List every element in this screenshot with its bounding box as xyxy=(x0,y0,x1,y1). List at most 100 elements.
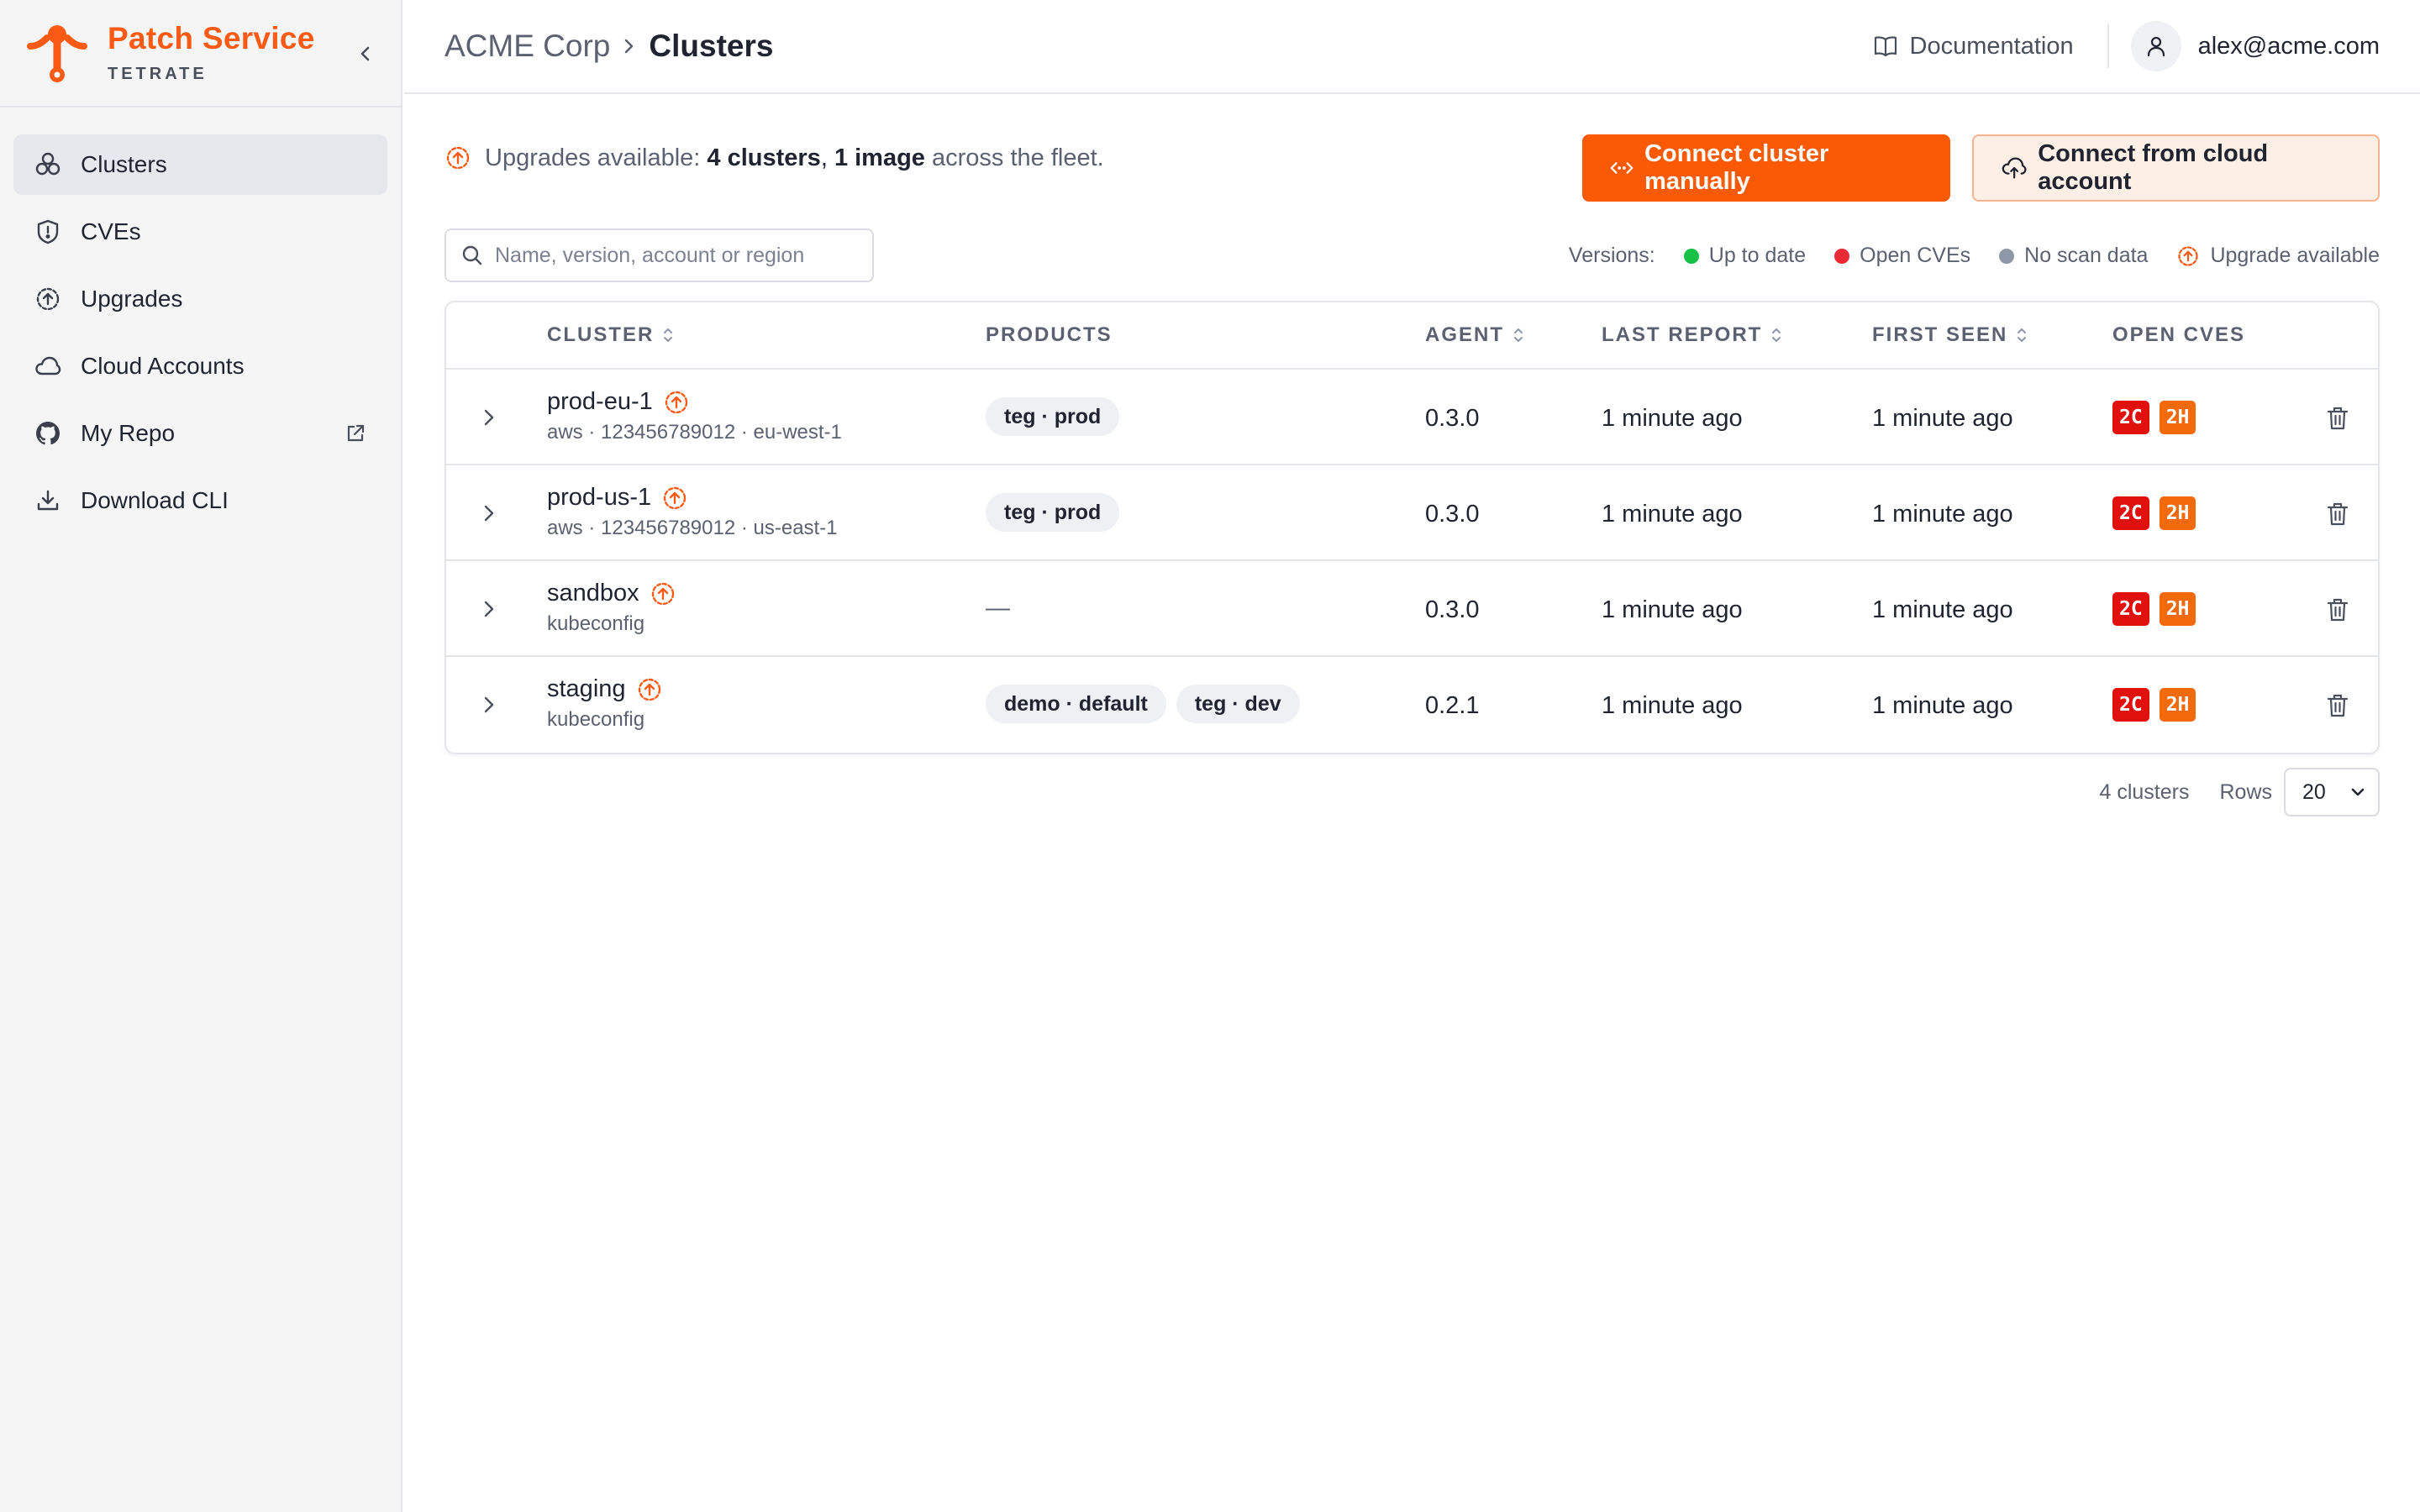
cluster-name[interactable]: prod-eu-1 xyxy=(547,388,653,416)
trash-icon[interactable] xyxy=(2325,596,2350,623)
clusters-icon xyxy=(34,150,62,179)
column-header-last-report[interactable]: LAST REPORT xyxy=(1602,323,1782,347)
first-seen: 1 minute ago xyxy=(1872,596,2013,623)
connect-from-cloud-account-button[interactable]: Connect from cloud account xyxy=(1972,134,2380,202)
critical-cve-badge[interactable]: 2C xyxy=(2112,496,2149,530)
breadcrumb: ACME Corp Clusters xyxy=(445,29,773,64)
rows-per-page-select[interactable]: 20 xyxy=(2284,768,2380,816)
high-cve-badge[interactable]: 2H xyxy=(2159,592,2196,626)
user-icon xyxy=(2147,36,2165,57)
column-header-agent[interactable]: AGENT xyxy=(1425,323,1524,347)
table-row[interactable]: prod-eu-1 aws · 123456789012 · eu-west-1… xyxy=(446,370,2378,465)
top-header: ACME Corp Clusters Documentation alex@ac… xyxy=(404,0,2420,94)
critical-cve-badge[interactable]: 2C xyxy=(2112,688,2149,722)
last-report: 1 minute ago xyxy=(1602,405,1743,432)
critical-cve-badge[interactable]: 2C xyxy=(2112,592,2149,626)
sidebar-item-download-cli[interactable]: Download CLI xyxy=(13,470,387,531)
legend-item-label: No scan data xyxy=(2024,244,2149,267)
table-row[interactable]: sandbox kubeconfig — 0.3.0 1 minute ago … xyxy=(446,561,2378,657)
version-legend: Versions: Up to date Open CVEs No scan d… xyxy=(1569,244,2380,268)
user-email[interactable]: alex@acme.com xyxy=(2198,33,2380,60)
code-icon xyxy=(1610,162,1634,174)
collapse-sidebar-button[interactable] xyxy=(350,39,381,69)
sidebar-item-label: CVEs xyxy=(81,218,141,244)
rows-per-page-value: 20 xyxy=(2302,780,2326,804)
sort-icon xyxy=(1514,328,1523,342)
search-icon xyxy=(462,245,482,265)
cluster-source: aws · 123456789012 · eu-west-1 xyxy=(547,421,842,444)
sidebar-item-label: Upgrades xyxy=(81,286,183,312)
high-cve-badge[interactable]: 2H xyxy=(2159,496,2196,530)
red-dot-icon xyxy=(1834,248,1850,264)
cloud-icon xyxy=(34,352,62,381)
legend-item-label: Up to date xyxy=(1708,244,1807,267)
sort-icon xyxy=(2018,328,2027,342)
legend-label: Versions: xyxy=(1568,244,1655,267)
trash-icon[interactable] xyxy=(2325,692,2350,719)
column-header-products: PRODUCTS xyxy=(986,323,1113,346)
legend-upgrade-available: Upgrade available xyxy=(2176,244,2380,268)
brand-header: Patch Service TETRATE xyxy=(0,0,401,108)
sidebar-item-label: Download CLI xyxy=(81,487,229,513)
sidebar-item-cves[interactable]: CVEs xyxy=(13,202,387,262)
upgrade-icon xyxy=(34,285,62,313)
legend-open-cves: Open CVEs xyxy=(1834,244,1970,268)
cluster-source: kubeconfig xyxy=(547,708,645,731)
book-icon xyxy=(1874,36,1897,57)
upgrade-available-icon xyxy=(663,486,687,509)
documentation-link[interactable]: Documentation xyxy=(1873,33,2074,60)
upgrade-available-icon xyxy=(665,391,687,413)
cluster-name[interactable]: prod-us-1 xyxy=(547,484,651,512)
avatar[interactable] xyxy=(2130,21,2181,71)
product-pill: teg · dev xyxy=(1176,685,1300,723)
upgrade-available-icon xyxy=(638,678,660,701)
expand-row-chevron-icon[interactable] xyxy=(476,596,502,622)
connect-cloud-label: Connect from cloud account xyxy=(2038,140,2269,195)
external-link-icon xyxy=(347,424,365,442)
upgrades-comma: , xyxy=(820,144,828,171)
upgrade-available-icon xyxy=(651,582,674,605)
cluster-count: 4 clusters xyxy=(2099,780,2190,804)
sidebar-item-clusters[interactable]: Clusters xyxy=(13,134,387,195)
expand-row-chevron-icon[interactable] xyxy=(476,501,502,526)
cluster-name[interactable]: staging xyxy=(547,675,626,703)
critical-cve-badge[interactable]: 2C xyxy=(2112,401,2149,434)
search-input[interactable] xyxy=(495,243,848,268)
agent-version: 0.3.0 xyxy=(1425,405,1480,432)
breadcrumb-org-link[interactable]: ACME Corp xyxy=(445,29,610,64)
shield-icon xyxy=(34,218,62,246)
last-report: 1 minute ago xyxy=(1602,501,1743,528)
table-row[interactable]: staging kubeconfig demo · default teg · … xyxy=(446,657,2378,753)
high-cve-badge[interactable]: 2H xyxy=(2159,688,2196,722)
chevron-right-icon xyxy=(622,36,637,56)
gray-dot-icon xyxy=(1999,248,2015,264)
header-divider xyxy=(2107,24,2109,68)
connect-cluster-manually-button[interactable]: Connect cluster manually xyxy=(1582,134,1950,202)
trash-icon[interactable] xyxy=(2325,501,2350,528)
cluster-source: kubeconfig xyxy=(547,612,645,635)
legend-item-label: Upgrade available xyxy=(2210,244,2380,267)
upgrades-suffix: across the fleet. xyxy=(932,144,1104,171)
upgrade-available-icon xyxy=(446,146,470,170)
documentation-label: Documentation xyxy=(1909,32,2074,60)
table-row[interactable]: prod-us-1 aws · 123456789012 · us-east-1… xyxy=(446,465,2378,561)
brand-name: Patch Service xyxy=(108,21,315,56)
sidebar-item-label: My Repo xyxy=(81,420,176,446)
column-header-first-seen[interactable]: FIRST SEEN xyxy=(1872,323,2028,347)
sidebar-item-upgrades[interactable]: Upgrades xyxy=(13,269,387,329)
sort-icon xyxy=(1772,328,1781,342)
first-seen: 1 minute ago xyxy=(1872,501,2013,528)
sidebar-item-cloud-accounts[interactable]: Cloud Accounts xyxy=(13,336,387,396)
trash-icon[interactable] xyxy=(2325,405,2350,432)
search-box[interactable] xyxy=(445,228,874,282)
cluster-name[interactable]: sandbox xyxy=(547,580,639,607)
first-seen: 1 minute ago xyxy=(1872,692,2013,719)
expand-row-chevron-icon[interactable] xyxy=(476,692,502,717)
github-icon xyxy=(34,419,62,448)
green-dot-icon xyxy=(1683,248,1699,264)
sidebar-item-my-repo[interactable]: My Repo xyxy=(13,403,387,464)
expand-row-chevron-icon[interactable] xyxy=(476,405,502,430)
column-header-cluster[interactable]: CLUSTER xyxy=(547,323,674,347)
high-cve-badge[interactable]: 2H xyxy=(2159,401,2196,434)
product-pill: teg · prod xyxy=(986,493,1120,532)
